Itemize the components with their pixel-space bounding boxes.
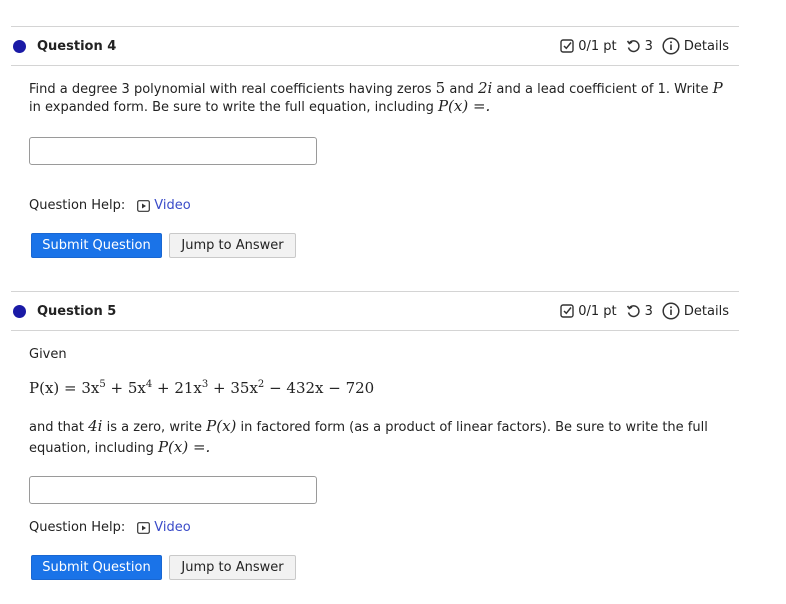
zero-value: 2i [477, 79, 493, 97]
polynomial-formula: P(x) = 3x5 + 5x4 + 21x3 + 35x2 − 432x − … [29, 379, 374, 397]
formula-part: + 5x [105, 379, 146, 397]
px-equation: P(x) =. [437, 97, 491, 115]
given-label: Given [29, 347, 67, 362]
checkbox-icon [560, 39, 574, 53]
question-meta: 0/1 pt 3 Details [560, 37, 729, 55]
formula-part: + 35x [208, 379, 258, 397]
prompt-text: equation, including [29, 441, 158, 456]
question-5-header: Question 5 0/1 pt 3 Details [11, 291, 739, 331]
retry-icon [626, 39, 641, 54]
question-status-dot [13, 39, 26, 53]
video-link[interactable]: Video [137, 198, 191, 213]
question-4-prompt: Find a degree 3 polynomial with real coe… [29, 80, 739, 116]
question-5-prompt: and that 4i is a zero, write P(x) in fac… [29, 418, 739, 457]
checkbox-icon [560, 304, 574, 318]
question-4-header: Question 4 0/1 pt 3 Details [11, 26, 739, 66]
prompt-text: and a lead coefficient of 1. Write [492, 82, 713, 97]
jump-to-answer-button[interactable]: Jump to Answer [169, 555, 296, 580]
question-title: Question 5 [37, 303, 117, 319]
submit-question-button[interactable]: Submit Question [31, 555, 162, 580]
prompt-text: and [445, 82, 478, 97]
formula-part: − 432x − 720 [264, 379, 375, 397]
px-expression: P(x) [206, 417, 237, 435]
prompt-line-1: and that 4i is a zero, write P(x) in fac… [29, 418, 739, 436]
info-icon[interactable] [662, 37, 680, 55]
jump-to-answer-button[interactable]: Jump to Answer [169, 233, 296, 258]
submit-question-button[interactable]: Submit Question [31, 233, 162, 258]
prompt-text: in expanded form. Be sure to write the f… [29, 100, 438, 115]
answer-input[interactable] [29, 137, 317, 165]
score-text: 0/1 pt [578, 38, 617, 54]
px-equation: P(x) =. [157, 438, 211, 456]
zero-value: 4i [88, 417, 103, 435]
video-label[interactable]: Video [154, 520, 190, 535]
score-text: 0/1 pt [578, 303, 617, 319]
video-icon [137, 199, 151, 212]
attempts-count: 3 [644, 38, 653, 54]
question-meta: 0/1 pt 3 Details [560, 302, 729, 320]
question-help: Question Help: Video [29, 520, 191, 535]
answer-input[interactable] [29, 476, 317, 504]
prompt-line-1: Find a degree 3 polynomial with real coe… [29, 80, 739, 98]
details-link[interactable]: Details [684, 304, 729, 319]
question-help-label: Question Help: [29, 520, 126, 535]
video-link[interactable]: Video [137, 520, 191, 535]
question-help: Question Help: Video [29, 198, 191, 213]
question-help-label: Question Help: [29, 198, 126, 213]
prompt-text: in factored form (as a product of linear… [236, 420, 708, 435]
details-link[interactable]: Details [684, 39, 729, 54]
prompt-line-2: in expanded form. Be sure to write the f… [29, 98, 739, 116]
video-label[interactable]: Video [154, 198, 190, 213]
formula-part: P(x) = 3x [29, 379, 100, 397]
question-title: Question 4 [37, 38, 117, 54]
variable-p: P [712, 79, 723, 97]
prompt-text: is a zero, write [102, 420, 207, 435]
attempts-count: 3 [644, 303, 653, 319]
info-icon[interactable] [662, 302, 680, 320]
prompt-text: Find a degree 3 polynomial with real coe… [29, 82, 436, 97]
retry-icon [626, 304, 641, 319]
zero-value: 5 [435, 79, 446, 97]
prompt-line-2: equation, including P(x) =. [29, 439, 739, 457]
prompt-text: and that [29, 420, 89, 435]
formula-part: + 21x [152, 379, 202, 397]
video-icon [137, 521, 151, 534]
question-status-dot [13, 304, 26, 318]
